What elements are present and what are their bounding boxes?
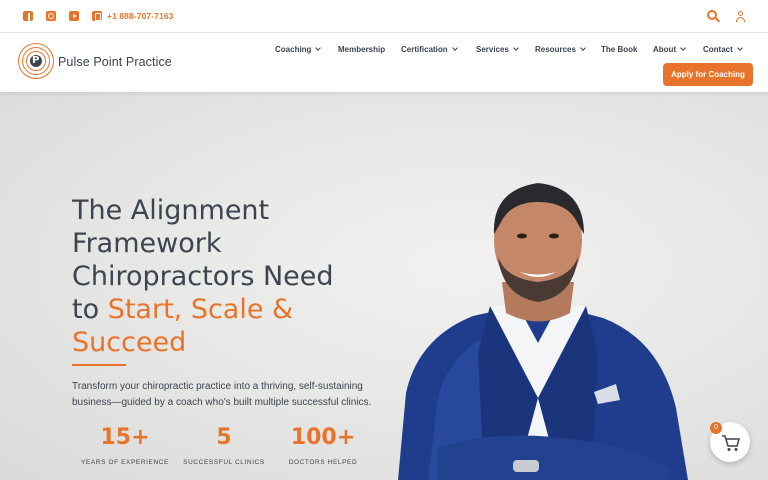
nav-item-services[interactable]: Services (476, 45, 519, 54)
top-bar: +1 888-707-7163 (0, 0, 768, 33)
chevron-down-icon (513, 45, 519, 51)
hero-headline: The Alignment Framework Chiropractors Ne… (72, 195, 334, 358)
nav-item-the-book[interactable]: The Book (601, 45, 637, 54)
apply-for-coaching-button[interactable]: Apply for Coaching (663, 63, 753, 86)
chevron-down-icon (736, 45, 743, 51)
search-icon[interactable] (707, 10, 720, 23)
stat-years-value: 15+ (100, 425, 150, 450)
phone-number[interactable]: +1 888-707-7163 (107, 11, 174, 21)
nav-item-membership[interactable]: Membership (338, 45, 385, 54)
headline-divider (72, 364, 126, 366)
coach-portrait (398, 183, 688, 480)
hero-section: The Alignment Framework Chiropractors Ne… (0, 92, 768, 480)
nav-item-contact[interactable]: Contact (703, 45, 743, 54)
brand-name[interactable]: Pulse Point Practice (58, 55, 172, 69)
nav-item-certification[interactable]: Certification (401, 45, 458, 54)
user-icon[interactable] (735, 11, 745, 22)
instagram-icon[interactable] (46, 11, 56, 21)
facebook-icon[interactable] (23, 11, 33, 21)
hero-subtext: Transform your chiropractic practice int… (72, 381, 372, 408)
logo-fingerprint-icon[interactable]: P (18, 43, 54, 79)
stat-years-label: YEARS OF EXPERIENCE (81, 459, 169, 466)
stat-doctors-label: DOCTORS HELPED (288, 459, 358, 466)
cart-count-badge: 0 (710, 422, 722, 434)
chevron-down-icon (580, 45, 586, 51)
nav-item-about[interactable]: About (653, 45, 686, 54)
nav-item-resources[interactable]: Resources (535, 45, 586, 54)
stat-clinics-value: 5 (216, 425, 232, 450)
chevron-down-icon (315, 45, 322, 51)
nav-item-coaching[interactable]: Coaching (275, 45, 322, 54)
stat-doctors-value: 100+ (290, 425, 356, 450)
phone-icon (92, 11, 102, 21)
chevron-down-icon (680, 45, 686, 51)
stat-clinics-label: SUCCESSFUL CLINICS (183, 459, 265, 466)
site-header: P Pulse Point Practice Coaching Membersh… (0, 33, 768, 92)
youtube-icon[interactable] (69, 11, 79, 21)
chevron-down-icon (451, 45, 458, 51)
